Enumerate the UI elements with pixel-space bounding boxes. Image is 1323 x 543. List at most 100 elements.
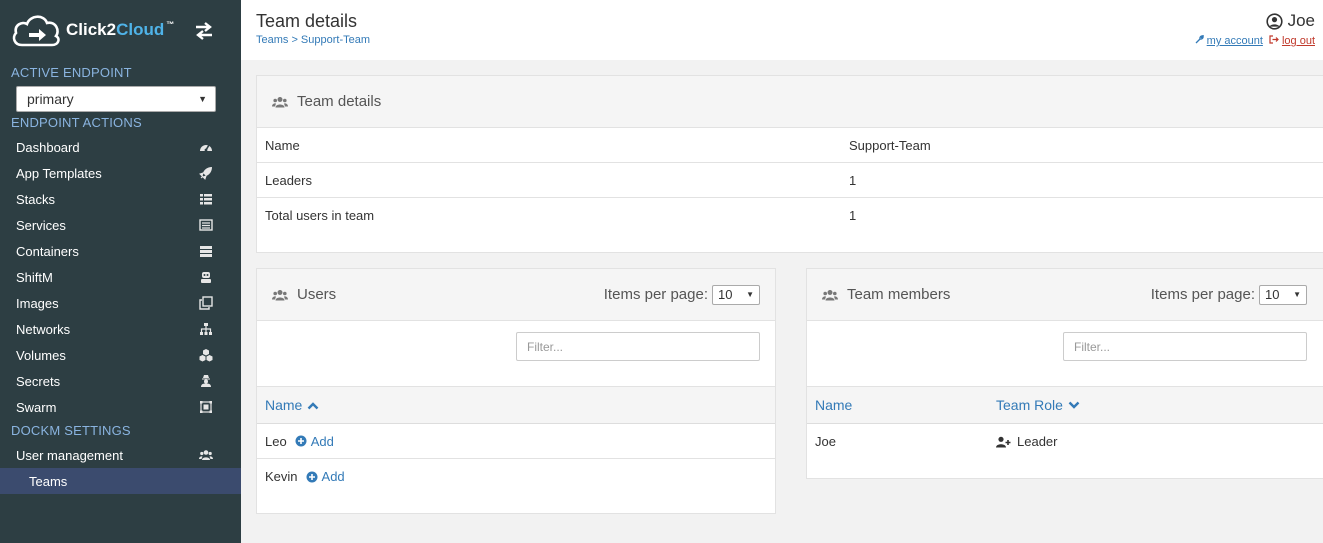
sidebar-item-label: Images [16, 295, 59, 311]
robot-icon [201, 272, 211, 283]
sidebar-item-label: Containers [16, 243, 79, 259]
items-per-page-value: 10 [1265, 287, 1280, 302]
sidebar-item-stacks[interactable]: Stacks [0, 186, 241, 212]
sidebar: Click2Cloud ™ ACTIVE ENDPOINT primary ▼ E… [0, 0, 241, 543]
list-icon [200, 194, 212, 205]
clone-icon [199, 296, 213, 310]
wrench-icon [1195, 34, 1204, 44]
team-members-panel: Team members Items per page: 10 ▼ Name T… [806, 268, 1323, 479]
users-filter-input[interactable] [516, 332, 760, 361]
sidebar-item-label: Secrets [16, 373, 61, 389]
users-header: Users Items per page: 10 ▼ [257, 269, 775, 321]
chevron-up-icon [308, 401, 319, 409]
sidebar-item-secrets[interactable]: Secrets [0, 368, 241, 394]
sidebar-item-shiftm[interactable]: ShiftM [0, 264, 241, 290]
user-name: Leo [265, 433, 287, 449]
items-per-page-label: Items per page: [603, 286, 708, 303]
users-panel: Users Items per page: 10 ▼ Name Leo Add … [256, 268, 776, 514]
dashboard-icon [200, 144, 212, 152]
add-user-button[interactable]: Add [306, 469, 345, 484]
sidebar-item-images[interactable]: Images [0, 290, 241, 316]
dockm-settings-title: DOCKM SETTINGS [11, 423, 131, 438]
members-filter-input[interactable] [1063, 332, 1307, 361]
members-table-header: Name Team Role [807, 387, 1323, 424]
sidebar-item-label: Networks [16, 321, 71, 337]
detail-value: 1 [849, 172, 857, 188]
sort-team-role-header[interactable]: Team Role [996, 397, 1080, 413]
table-row: Leo Add [257, 424, 775, 459]
items-per-page: Items per page: 10 ▼ [603, 284, 760, 305]
users-icon [272, 289, 288, 300]
log-out-link[interactable]: log out [1269, 35, 1315, 47]
brand-name: Click2Cloud ™ [66, 20, 175, 39]
sidebar-item-dashboard[interactable]: Dashboard [0, 134, 241, 160]
sidebar-item-networks[interactable]: Networks [0, 316, 241, 342]
sidebar-item-teams[interactable]: Teams [0, 468, 241, 494]
caret-down-icon: ▼ [746, 290, 754, 299]
sidebar-item-user-management[interactable]: User management [0, 442, 241, 468]
column-role-label: Team Role [996, 397, 1063, 413]
user-secret-icon [201, 375, 211, 387]
rocket-icon [199, 167, 212, 180]
users-filter-zone [257, 321, 775, 387]
sidebar-item-app-templates[interactable]: App Templates [0, 160, 241, 186]
items-per-page-select[interactable]: 10 ▼ [712, 284, 760, 305]
sidebar-item-label: ShiftM [16, 269, 53, 285]
sidebar-item-swarm[interactable]: Swarm [0, 394, 241, 420]
object-group-icon [200, 401, 212, 413]
active-endpoint-title: ACTIVE ENDPOINT [11, 65, 132, 80]
sign-out-icon [1269, 35, 1279, 44]
cloud-logo-icon [12, 15, 60, 47]
sidebar-item-containers[interactable]: Containers [0, 238, 241, 264]
table-row: Joe Leader [807, 424, 1323, 459]
sitemap-icon [200, 323, 212, 335]
username: Joe [1287, 11, 1315, 30]
detail-row: Total users in team 1 [257, 198, 1323, 233]
members-filter-zone [807, 321, 1323, 387]
sidebar-toggle-icon[interactable] [192, 20, 216, 42]
sort-name-header[interactable]: Name [807, 397, 996, 413]
users-title: Users [297, 286, 337, 303]
team-details-title: Team details [297, 93, 382, 110]
sidebar-item-services[interactable]: Services [0, 212, 241, 238]
endpoint-actions-title: ENDPOINT ACTIONS [11, 115, 142, 130]
user-plus-icon [996, 436, 1011, 447]
detail-key: Leaders [265, 172, 312, 188]
caret-down-icon: ▼ [1293, 290, 1301, 299]
sidebar-item-label: Swarm [16, 399, 57, 415]
member-role-label: Leader [1017, 434, 1058, 449]
server-icon [200, 246, 212, 257]
endpoint-select-value: primary [27, 91, 74, 107]
add-user-button[interactable]: Add [295, 434, 334, 449]
user-name: Kevin [265, 469, 298, 484]
page-header: Team details Teams > Support-Team Joe my… [241, 0, 1323, 60]
endpoint-select[interactable]: primary ▼ [16, 86, 216, 112]
user-circle-icon [1265, 12, 1283, 30]
my-account-link[interactable]: my account [1195, 34, 1263, 47]
sidebar-item-label: Teams [29, 473, 68, 489]
detail-value: Support-Team [849, 137, 931, 153]
sidebar-item-label: Services [16, 217, 66, 233]
users-icon [822, 289, 838, 300]
detail-key: Total users in team [265, 208, 375, 223]
breadcrumb[interactable]: Teams > Support-Team [256, 34, 370, 46]
team-members-title: Team members [847, 286, 951, 303]
add-label: Add [321, 469, 345, 484]
sort-name-header[interactable]: Name [257, 397, 319, 413]
page-title: Team details [256, 11, 358, 31]
plus-circle-icon [306, 471, 318, 482]
user-display: Joe [1265, 11, 1315, 31]
plus-circle-icon [295, 435, 307, 447]
member-name: Joe [815, 434, 836, 449]
sidebar-item-label: User management [16, 447, 123, 463]
brand[interactable]: Click2Cloud ™ [0, 0, 241, 60]
sidebar-item-volumes[interactable]: Volumes [0, 342, 241, 368]
chevron-down-icon [1068, 401, 1080, 409]
sidebar-item-label: Stacks [16, 191, 56, 207]
items-per-page-select[interactable]: 10 ▼ [1259, 284, 1307, 305]
team-details-header: Team details [257, 76, 1323, 128]
users-icon [272, 96, 288, 107]
items-per-page-value: 10 [718, 287, 733, 302]
users-icon [199, 450, 213, 460]
items-per-page-label: Items per page: [1150, 286, 1255, 303]
